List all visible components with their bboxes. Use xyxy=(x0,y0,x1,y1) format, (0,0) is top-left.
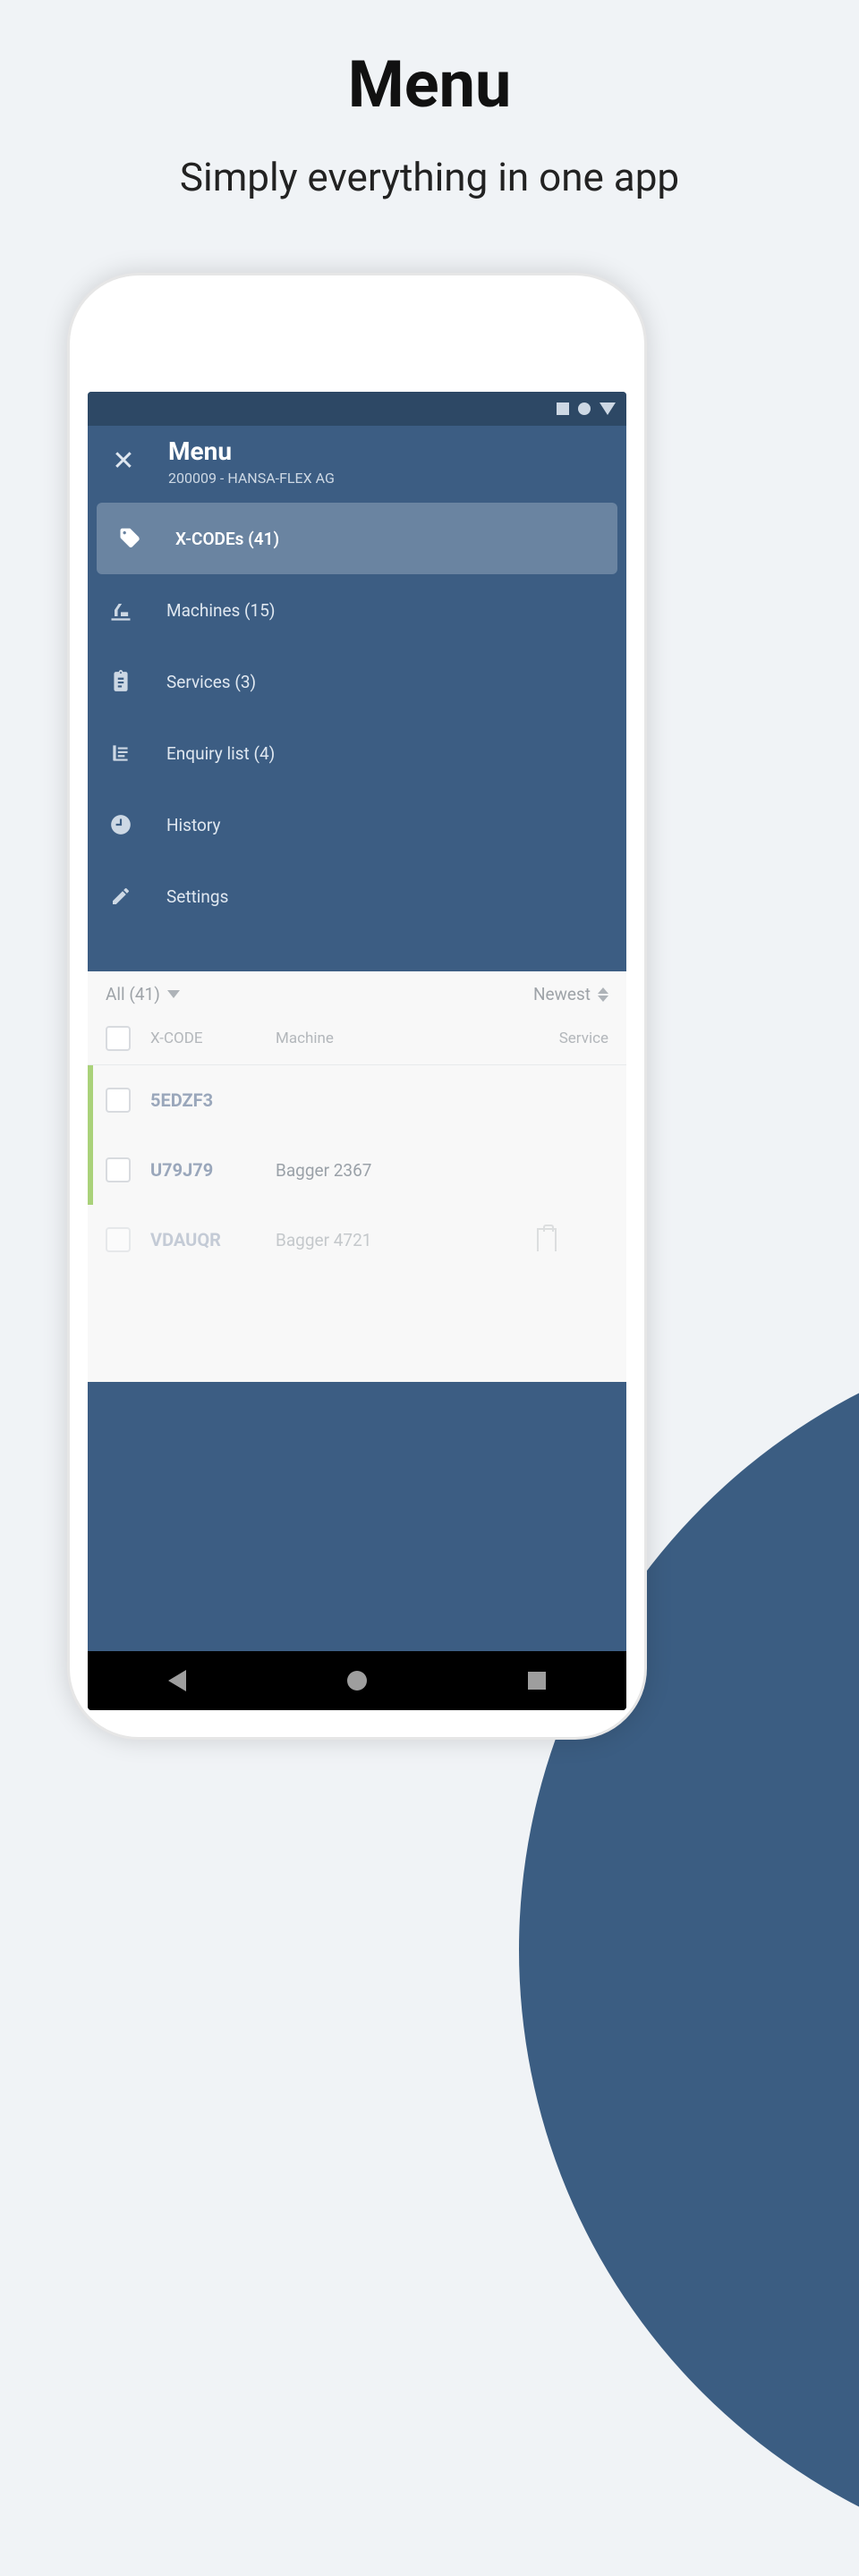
phone-frame: ✕ Menu 200009 - HANSA-FLEX AG X-CODEs (4… xyxy=(67,273,647,1740)
table-row[interactable]: 5EDZF3 xyxy=(88,1065,626,1135)
drawer-header-text: Menu 200009 - HANSA-FLEX AG xyxy=(168,436,608,487)
menu-item-label: History xyxy=(166,815,220,835)
menu-item-settings[interactable]: Settings xyxy=(88,860,626,932)
sort-icon xyxy=(598,987,608,1002)
menu-item-label: X-CODEs (41) xyxy=(175,529,279,549)
drawer-header: ✕ Menu 200009 - HANSA-FLEX AG xyxy=(88,426,626,503)
home-button[interactable] xyxy=(347,1671,367,1690)
chevron-down-icon xyxy=(167,990,180,998)
table-row[interactable]: U79J79 Bagger 2367 xyxy=(88,1135,626,1205)
status-square-icon xyxy=(557,402,569,415)
android-navbar xyxy=(88,1651,626,1710)
page-title: Menu xyxy=(0,47,859,123)
row-xcode: VDAUQR xyxy=(150,1229,276,1250)
sort-dropdown[interactable]: Newest xyxy=(533,984,608,1004)
row-xcode: 5EDZF3 xyxy=(150,1089,276,1111)
drawer-title: Menu xyxy=(168,436,608,466)
menu-item-services[interactable]: Services (3) xyxy=(88,646,626,717)
menu-item-label: Services (3) xyxy=(166,672,256,692)
col-header-xcode: X-CODE xyxy=(150,1030,276,1047)
row-checkbox[interactable] xyxy=(106,1088,131,1113)
col-header-service: Service xyxy=(537,1030,608,1047)
recent-button[interactable] xyxy=(528,1672,546,1690)
status-triangle-icon xyxy=(600,402,616,415)
menu-item-xcodes[interactable]: X-CODEs (41) xyxy=(97,503,617,574)
filter-label: All (41) xyxy=(106,984,160,1004)
menu-item-history[interactable]: History xyxy=(88,789,626,860)
cart-icon xyxy=(106,741,136,766)
row-machine: Bagger 4721 xyxy=(276,1230,537,1250)
statusbar xyxy=(88,392,626,426)
menu-item-label: Settings xyxy=(166,886,228,907)
close-icon[interactable]: ✕ xyxy=(106,444,141,479)
status-circle-icon xyxy=(578,402,591,415)
tag-icon xyxy=(115,526,145,551)
menu-item-enquiry-list[interactable]: Enquiry list (4) xyxy=(88,717,626,789)
filter-dropdown[interactable]: All (41) xyxy=(106,984,180,1004)
row-machine: Bagger 2367 xyxy=(276,1160,537,1181)
sort-label: Newest xyxy=(533,984,591,1004)
select-all-checkbox[interactable] xyxy=(106,1026,131,1051)
menu-item-machines[interactable]: Machines (15) xyxy=(88,574,626,646)
row-checkbox[interactable] xyxy=(106,1227,131,1252)
list-area: All (41) Newest X-CODE Machine Service xyxy=(88,971,626,1382)
clipboard-icon xyxy=(106,669,136,694)
clock-icon xyxy=(106,813,136,836)
service-clipboard-icon xyxy=(537,1228,557,1251)
back-button[interactable] xyxy=(168,1670,186,1691)
filter-row: All (41) Newest xyxy=(88,971,626,1012)
navigation-drawer: ✕ Menu 200009 - HANSA-FLEX AG X-CODEs (4… xyxy=(88,426,626,971)
pencil-icon xyxy=(106,886,136,907)
col-header-machine: Machine xyxy=(276,1030,537,1047)
menu-item-label: Enquiry list (4) xyxy=(166,743,275,764)
table-row[interactable]: VDAUQR Bagger 4721 xyxy=(88,1205,626,1275)
app-screen: ✕ Menu 200009 - HANSA-FLEX AG X-CODEs (4… xyxy=(88,392,626,1710)
machine-icon xyxy=(106,597,136,623)
table-header: X-CODE Machine Service xyxy=(88,1012,626,1065)
row-checkbox[interactable] xyxy=(106,1157,131,1182)
drawer-subtitle: 200009 - HANSA-FLEX AG xyxy=(168,470,608,487)
row-xcode: U79J79 xyxy=(150,1159,276,1181)
page-subtitle: Simply everything in one app xyxy=(0,154,859,200)
menu-item-label: Machines (15) xyxy=(166,600,276,621)
